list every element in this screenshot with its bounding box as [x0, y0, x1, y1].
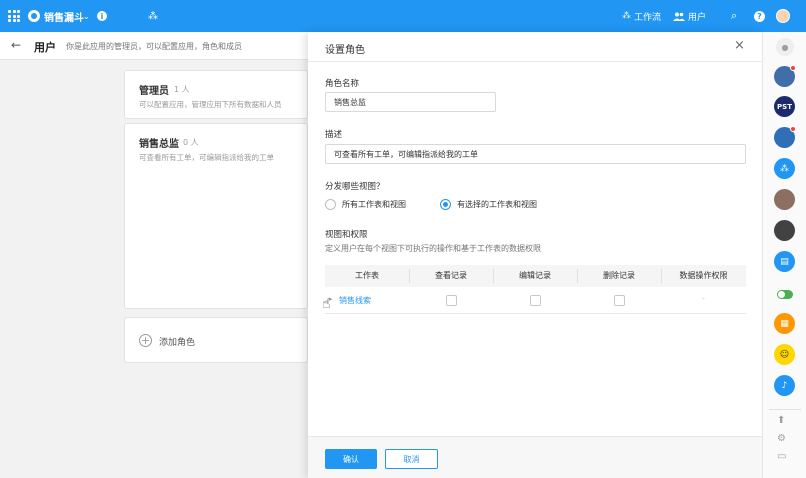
user-avatar[interactable]: [776, 0, 790, 32]
message-icon[interactable]: ▤: [774, 251, 795, 272]
app-name[interactable]: 销售漏斗: [44, 0, 84, 32]
avatar-pst[interactable]: PST: [774, 96, 795, 117]
bell-icon[interactable]: ●: [776, 38, 794, 56]
page-title: 用户: [34, 41, 56, 54]
description-input[interactable]: 可查看所有工单，可编辑指派给我的工单: [325, 144, 746, 164]
radio-selected-views[interactable]: 有选择的工作表和视图: [440, 199, 537, 210]
page-description: 你是此应用的管理员，可以配置应用，角色和成员: [66, 42, 242, 51]
top-bar: 销售漏斗 ⌄ i ⁂ ⁂ 工作流 用户 ⌕ ?: [0, 0, 806, 32]
table-row: ▸ 销售线索 -: [325, 287, 746, 314]
role-name-input[interactable]: 销售总监: [325, 92, 496, 112]
column-header-delete: 删除记录: [603, 271, 635, 280]
column-header-edit: 编辑记录: [519, 271, 551, 280]
role-card-sales-director[interactable]: 销售总监 0 人 可查看所有工单，可编辑指派给我的工单: [124, 123, 308, 309]
radio-label: 有选择的工作表和视图: [457, 200, 537, 209]
users-label: 用户: [688, 12, 707, 23]
radio-circle: [325, 199, 336, 210]
info-icon[interactable]: i: [97, 0, 107, 32]
edit-checkbox[interactable]: [530, 295, 541, 306]
avatar-earth[interactable]: [774, 126, 796, 148]
avatar-globe[interactable]: [774, 65, 796, 87]
divider: [308, 61, 762, 62]
add-role-label: 添加角色: [159, 338, 196, 348]
app-grid-icon[interactable]: [8, 0, 22, 32]
users-button[interactable]: 用户: [673, 0, 706, 32]
upload-icon[interactable]: ⬆: [777, 415, 785, 426]
smiley-icon[interactable]: ☺: [774, 344, 795, 365]
role-name: 销售总监: [139, 139, 179, 150]
radio-all-views[interactable]: 所有工作表和视图: [325, 199, 406, 210]
column-header-view: 查看记录: [435, 271, 467, 280]
calendar-icon[interactable]: ▦: [774, 313, 795, 334]
distribution-label: 分发哪些视图？: [325, 182, 385, 192]
radio-circle-checked: [440, 199, 451, 210]
workflow-button[interactable]: ⁂ 工作流: [622, 0, 661, 32]
users-icon: [673, 12, 685, 21]
search-icon[interactable]: ⌕: [731, 0, 737, 32]
permissions-table-header: 工作表 查看记录 编辑记录 删除记录 数据操作权限: [325, 265, 746, 287]
radio-label: 所有工作表和视图: [342, 200, 406, 209]
cancel-button[interactable]: 取消: [385, 449, 438, 469]
view-checkbox[interactable]: [446, 295, 457, 306]
back-arrow-icon[interactable]: ←: [11, 38, 21, 52]
role-description: 可以配置应用，管理应用下所有数据和人员: [139, 100, 282, 109]
data-permission-value: -: [702, 294, 705, 303]
panel-title: 设置角色: [325, 45, 365, 56]
panel-footer: 确认 取消: [308, 436, 762, 478]
role-member-count: 0 人: [183, 138, 199, 147]
toggle-switch[interactable]: [777, 290, 793, 299]
distribution-icon[interactable]: ⁂: [148, 0, 158, 32]
views-permissions-label: 视图和权限: [325, 230, 368, 240]
set-role-panel: 设置角色 × 角色名称 销售总监 描述 可查看所有工单，可编辑指派给我的工单 分…: [308, 32, 762, 478]
add-role-card[interactable]: + 添加角色: [124, 317, 308, 363]
plus-circle-icon: +: [139, 334, 152, 347]
close-icon[interactable]: ×: [734, 38, 745, 53]
help-icon[interactable]: ?: [754, 0, 765, 32]
confirm-button[interactable]: 确认: [325, 449, 377, 469]
divider: [769, 409, 801, 410]
settings-icon[interactable]: ⚙: [777, 433, 786, 444]
role-name: 管理员: [139, 86, 169, 97]
hand-cursor-icon: ☝: [322, 296, 331, 312]
permissions-help-text: 定义用户在每个视图下可执行的操作和基于工作表的数据权限: [325, 244, 541, 253]
window-icon[interactable]: ▭: [777, 451, 786, 462]
workflow-icon: ⁂: [622, 11, 631, 21]
column-header-data-permission: 数据操作权限: [679, 271, 728, 280]
role-name-label: 角色名称: [325, 79, 360, 89]
role-card-admin[interactable]: 管理员 1 人 可以配置应用，管理应用下所有数据和人员: [124, 70, 308, 119]
org-chart-icon[interactable]: ⁂: [774, 158, 795, 179]
notification-bell-icon[interactable]: ♪: [774, 375, 795, 396]
role-description: 可查看所有工单，可编辑指派给我的工单: [139, 153, 274, 162]
role-member-count: 1 人: [174, 85, 190, 94]
column-header-worksheet: 工作表: [355, 271, 379, 280]
chevron-down-icon[interactable]: ⌄: [83, 0, 90, 32]
app-logo-icon: [28, 0, 40, 32]
avatar-person[interactable]: [774, 189, 795, 210]
description-label: 描述: [325, 130, 343, 140]
workflow-label: 工作流: [634, 12, 662, 23]
right-sidebar: ● PST ⁂ ▤ ▦ ☺ ♪ ⬆ ⚙ ▭: [762, 32, 806, 478]
delete-checkbox[interactable]: [614, 295, 625, 306]
avatar-person-dark[interactable]: [774, 220, 795, 241]
worksheet-link[interactable]: 销售线索: [339, 295, 371, 306]
